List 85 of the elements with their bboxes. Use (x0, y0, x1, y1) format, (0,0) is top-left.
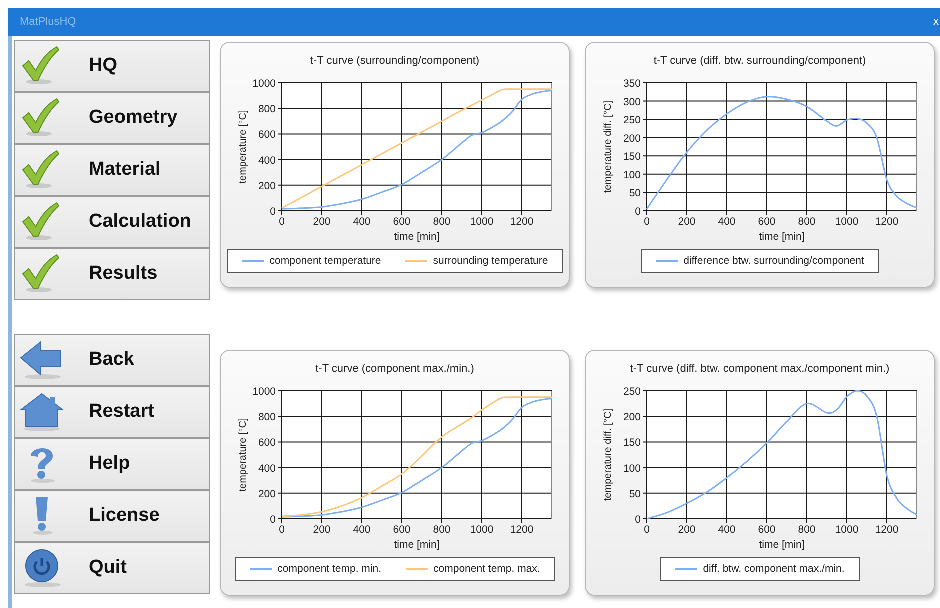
step-button[interactable]: Material (14, 144, 210, 196)
y-tick-label: 600 (258, 129, 276, 142)
x-tick-label: 200 (313, 216, 331, 228)
y-axis-label: temperature diff. [°C] (603, 408, 614, 502)
y-tick-label: 0 (635, 206, 641, 218)
house-icon (19, 392, 65, 432)
legend-label: component temp. min. (278, 563, 382, 575)
x-tick-label: 200 (313, 524, 331, 536)
y-axis-label: temperature [°C] (238, 418, 249, 492)
x-tick-label: 400 (718, 524, 736, 536)
action-button[interactable]: Quit (14, 542, 210, 594)
legend-label: component temp. max. (434, 563, 540, 575)
y-tick-label: 0 (270, 206, 276, 218)
x-tick-label: 800 (433, 524, 451, 536)
y-tick-label: 250 (623, 386, 641, 398)
x-tick-label: 1200 (875, 216, 899, 228)
x-axis-label: time [min] (394, 539, 440, 551)
y-tick-label: 150 (623, 151, 641, 164)
y-tick-label: 100 (623, 462, 641, 475)
y-tick-label: 400 (258, 154, 276, 167)
chart-title: t-T curve (diff. btw. component max./component min.) (630, 363, 890, 377)
y-tick-label: 800 (258, 104, 276, 116)
step-button[interactable]: Calculation (14, 196, 210, 248)
y-tick-label: 350 (623, 78, 641, 90)
step-button[interactable]: Results (14, 248, 210, 300)
x-tick-label: 800 (798, 216, 816, 228)
x-tick-label: 200 (678, 216, 696, 228)
y-tick-label: 1000 (252, 386, 276, 398)
x-axis-label: time [min] (759, 539, 805, 551)
y-tick-label: 400 (258, 462, 276, 475)
x-tick-label: 0 (279, 216, 285, 228)
step-button[interactable]: HQ (14, 40, 210, 92)
y-tick-label: 50 (629, 488, 641, 500)
y-axis-label: temperature diff. [°C] (603, 100, 614, 194)
y-tick-label: 200 (258, 488, 276, 500)
x-tick-label: 0 (644, 524, 650, 536)
y-tick-label: 800 (258, 412, 276, 424)
action-button[interactable]: Help (14, 438, 210, 490)
y-tick-label: 150 (623, 437, 641, 450)
step-button[interactable]: Geometry (14, 92, 210, 144)
action-button[interactable]: License (14, 490, 210, 542)
x-tick-label: 0 (644, 216, 650, 228)
action-button[interactable]: Back (14, 334, 210, 386)
x-tick-label: 800 (798, 524, 816, 536)
legend-label: diff. btw. component max./min. (703, 563, 845, 575)
chart-title: t-T curve (diff. btw. surrounding/component) (654, 55, 866, 69)
x-tick-label: 400 (353, 216, 371, 228)
chart-title: t-T curve (surrounding/component) (310, 55, 480, 69)
x-tick-label: 1200 (510, 524, 534, 536)
window-title: MatPlusHQ (20, 16, 76, 28)
x-tick-label: 1000 (835, 524, 859, 536)
legend-label: difference btw. surrounding/component (684, 255, 864, 267)
legend-label: component temperature (270, 255, 382, 267)
close-button[interactable]: x (934, 16, 940, 28)
y-tick-label: 250 (623, 114, 641, 127)
x-tick-label: 600 (393, 216, 411, 228)
x-tick-label: 400 (718, 216, 736, 228)
y-tick-label: 600 (258, 437, 276, 450)
y-tick-label: 200 (623, 132, 641, 145)
x-tick-label: 1000 (470, 216, 494, 228)
chart-title: t-T curve (component max./min.) (316, 363, 474, 377)
action-button[interactable]: Restart (14, 386, 210, 438)
x-axis-label: time [min] (394, 231, 440, 243)
x-tick-label: 600 (758, 524, 776, 536)
x-axis-label: time [min] (759, 231, 805, 243)
y-tick-label: 50 (629, 188, 641, 200)
y-tick-label: 300 (623, 96, 641, 108)
x-tick-label: 600 (758, 216, 776, 228)
x-tick-label: 800 (433, 216, 451, 228)
x-tick-label: 1200 (875, 524, 899, 536)
x-tick-label: 200 (678, 524, 696, 536)
y-tick-label: 200 (623, 412, 641, 424)
y-tick-label: 200 (258, 180, 276, 192)
y-tick-label: 0 (635, 514, 641, 526)
y-tick-label: 100 (623, 169, 641, 182)
x-tick-label: 400 (353, 524, 371, 536)
y-tick-label: 1000 (252, 78, 276, 90)
x-tick-label: 600 (393, 524, 411, 536)
x-tick-label: 0 (279, 524, 285, 536)
x-tick-label: 1200 (510, 216, 534, 228)
legend-label: surrounding temperature (433, 255, 548, 267)
x-tick-label: 1000 (470, 524, 494, 536)
y-axis-label: temperature [°C] (238, 110, 249, 184)
x-tick-label: 1000 (835, 216, 859, 228)
y-tick-label: 0 (270, 514, 276, 526)
